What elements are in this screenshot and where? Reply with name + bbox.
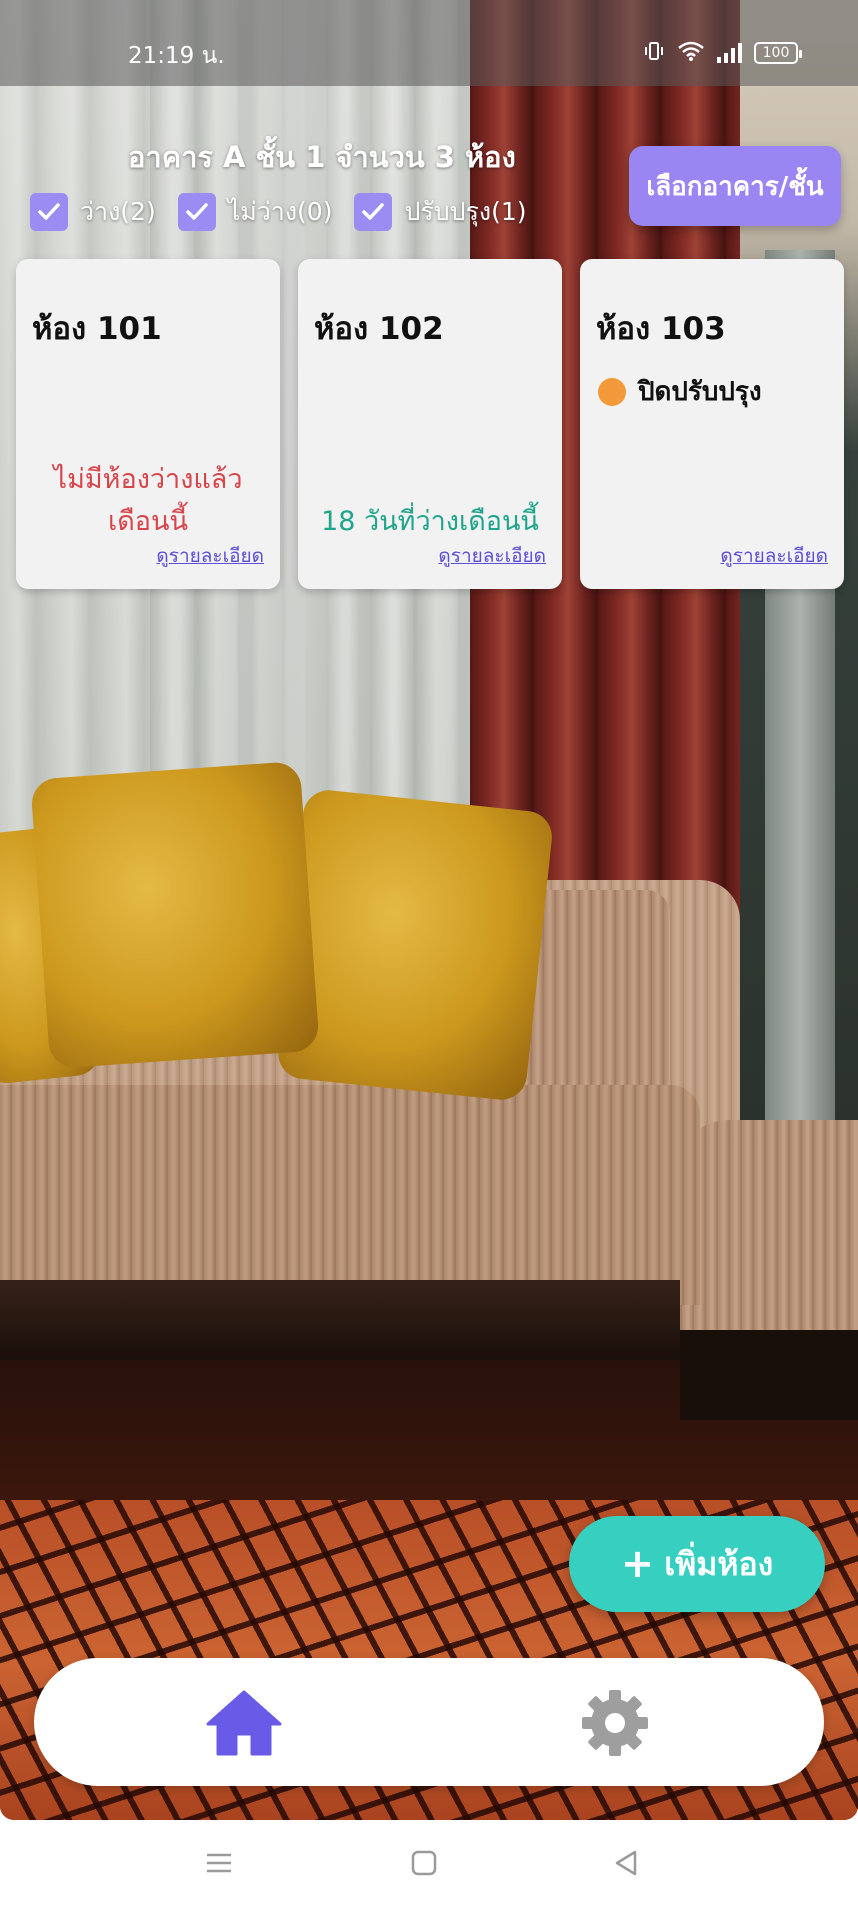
gear-icon bbox=[582, 1690, 648, 1756]
filter-occupied[interactable]: ไม่ว่าง(0) bbox=[177, 192, 333, 232]
maintenance-dot-icon bbox=[598, 377, 626, 406]
maintenance-label: ปิดปรับปรุง bbox=[638, 377, 762, 407]
room-availability-status: 18 วันที่ว่างเดือนนี้ bbox=[321, 506, 539, 537]
filter-maintenance[interactable]: ปรับปรุง(1) bbox=[354, 192, 527, 232]
menu-icon[interactable] bbox=[204, 1848, 234, 1882]
nav-settings-button[interactable] bbox=[580, 1688, 650, 1758]
room-card-list: ห้อง 101 ไม่มีห้องว่างแล้วเดือนนี้ ดูราย… bbox=[16, 259, 844, 589]
wifi-icon bbox=[677, 40, 705, 65]
filter-bar: ว่าง(2) ไม่ว่าง(0) ปรับปรุง(1) bbox=[30, 192, 527, 232]
back-icon[interactable] bbox=[611, 1848, 641, 1882]
room-card-102[interactable]: ห้อง 102 18 วันที่ว่างเดือนนี้ ดูรายละเอ… bbox=[298, 259, 562, 589]
signal-icon bbox=[717, 42, 742, 63]
system-navigation-bar bbox=[0, 1820, 858, 1907]
room-card-101[interactable]: ห้อง 101 ไม่มีห้องว่างแล้วเดือนนี้ ดูราย… bbox=[16, 259, 280, 589]
room-card-103[interactable]: ห้อง 103 ปิดปรับปรุง ดูรายละเอียด bbox=[580, 259, 844, 589]
vibrate-icon bbox=[643, 40, 665, 65]
status-bar: 21:19 น. 100 bbox=[0, 0, 858, 86]
filter-available[interactable]: ว่าง(2) bbox=[30, 192, 156, 232]
add-room-label: เพิ่มห้อง bbox=[664, 1544, 774, 1583]
home-icon bbox=[206, 1690, 282, 1756]
nav-home-button[interactable] bbox=[204, 1688, 284, 1758]
select-building-floor-button[interactable]: เลือกอาคาร/ชั้น bbox=[629, 146, 841, 226]
check-icon bbox=[185, 203, 208, 220]
check-icon bbox=[38, 203, 60, 220]
bottom-navigation bbox=[34, 1658, 824, 1786]
check-icon bbox=[362, 203, 385, 220]
home-square-icon[interactable] bbox=[409, 1848, 439, 1882]
room-name: ห้อง 102 bbox=[314, 311, 444, 347]
filter-maintenance-label: ปรับปรุง(1) bbox=[404, 197, 527, 226]
filter-occupied-checkbox[interactable] bbox=[177, 193, 216, 231]
room-name: ห้อง 101 bbox=[32, 311, 162, 347]
view-details-link[interactable]: ดูรายละเอียด bbox=[720, 541, 828, 571]
view-details-link[interactable]: ดูรายละเอียด bbox=[156, 541, 264, 571]
room-availability-status: ไม่มีห้องว่างแล้วเดือนนี้ bbox=[53, 464, 243, 537]
battery-icon: 100 bbox=[754, 41, 802, 64]
filter-maintenance-checkbox[interactable] bbox=[354, 193, 393, 231]
app-screen: 21:19 น. 100 อาคาร A ชั้น 1 จำนวน 3 ห้อง… bbox=[0, 0, 858, 1820]
view-details-link[interactable]: ดูรายละเอียด bbox=[438, 541, 546, 571]
battery-level: 100 bbox=[762, 44, 790, 61]
filter-available-checkbox[interactable] bbox=[30, 193, 68, 231]
filter-occupied-label: ไม่ว่าง(0) bbox=[227, 197, 333, 226]
status-icons: 100 bbox=[643, 40, 802, 65]
page-title: อาคาร A ชั้น 1 จำนวน 3 ห้อง bbox=[128, 140, 516, 174]
filter-available-label: ว่าง(2) bbox=[80, 197, 156, 226]
add-room-button[interactable]: + เพิ่มห้อง bbox=[569, 1516, 825, 1612]
maintenance-status: ปิดปรับปรุง bbox=[598, 371, 762, 412]
room-name: ห้อง 103 bbox=[596, 311, 726, 347]
status-time: 21:19 น. bbox=[128, 43, 225, 69]
plus-icon: + bbox=[620, 1541, 655, 1587]
